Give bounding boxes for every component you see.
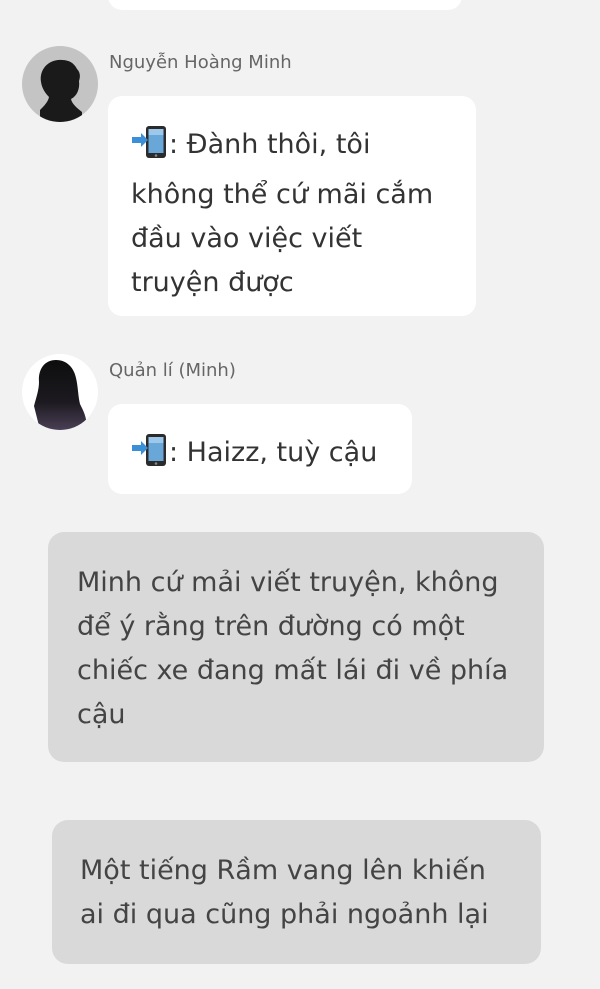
sender-name: Nguyễn Hoàng Minh — [109, 52, 292, 73]
message-text: : Đành thôi, tôi không thể cứ mãi cắm đầ… — [131, 129, 434, 298]
narration-bubble: Minh cứ mải viết truyện, không để ý rằng… — [48, 532, 544, 762]
message-bubble: : Đành thôi, tôi không thể cứ mãi cắm đầ… — [108, 96, 476, 316]
narration-text: Một tiếng Rầm vang lên khiến ai đi qua c… — [80, 855, 489, 930]
male-silhouette-icon — [22, 46, 98, 122]
avatar[interactable] — [22, 354, 98, 430]
narration-text: Minh cứ mải viết truyện, không để ý rằng… — [77, 567, 509, 730]
narration-bubble: Một tiếng Rầm vang lên khiến ai đi qua c… — [52, 820, 541, 964]
message-text: : Haizz, tuỳ cậu — [169, 437, 378, 468]
previous-message-bubble — [108, 0, 462, 10]
message-bubble: : Haizz, tuỳ cậu — [108, 404, 412, 494]
sender-name: Quản lí (Minh) — [109, 360, 236, 381]
phone-arrow-icon — [131, 125, 169, 173]
avatar[interactable] — [22, 46, 98, 122]
female-silhouette-icon — [22, 354, 98, 430]
phone-arrow-icon — [131, 433, 169, 481]
